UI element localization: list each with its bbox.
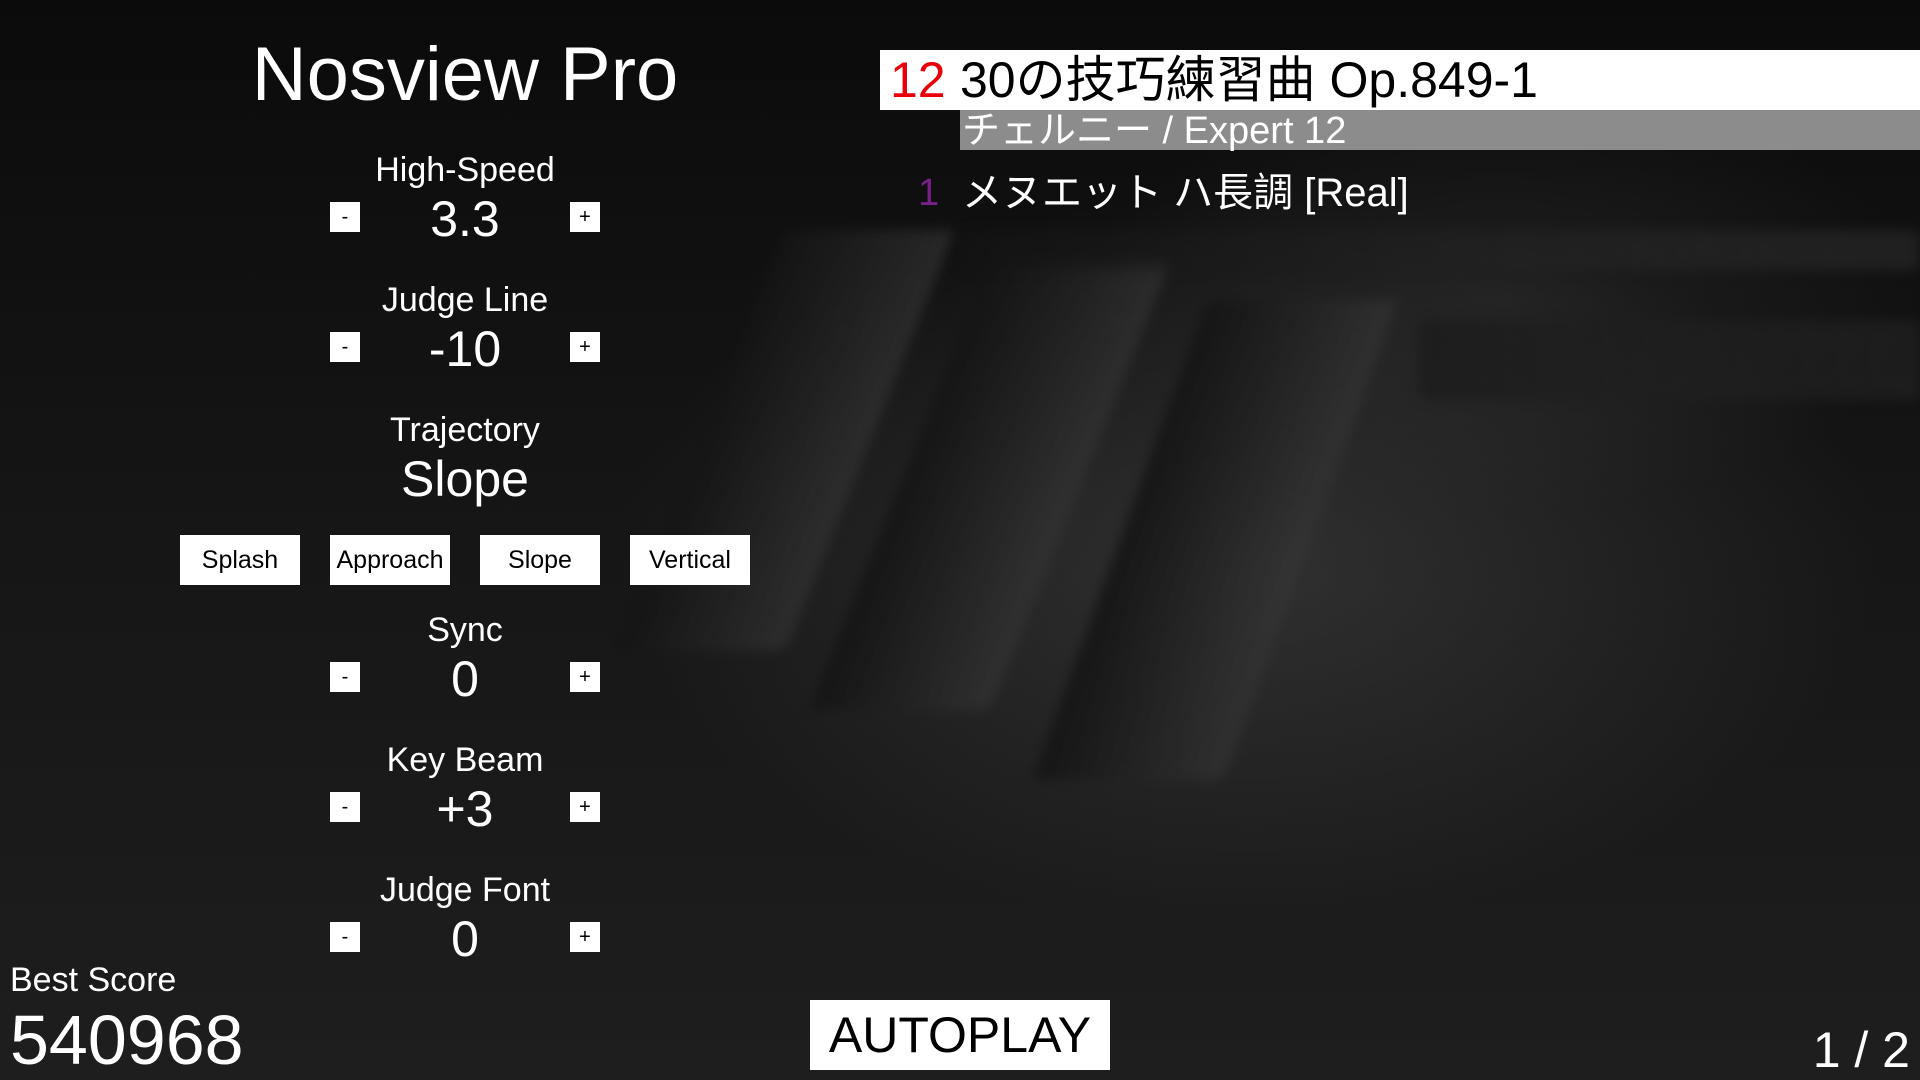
song-item-level: 1: [918, 172, 940, 214]
selected-song-level: 12: [890, 52, 946, 108]
high-speed-decrease-button[interactable]: -: [330, 202, 360, 232]
autoplay-button[interactable]: AUTOPLAY: [810, 1000, 1110, 1070]
trajectory-setting: Trajectory Slope: [330, 410, 600, 508]
judge-font-label: Judge Font: [379, 871, 551, 909]
sync-increase-button[interactable]: +: [570, 662, 600, 692]
key-beam-decrease-button[interactable]: -: [330, 792, 360, 822]
judge-line-value: -10: [428, 321, 502, 377]
judge-font-setting: Judge Font 0 - +: [330, 870, 600, 968]
selected-song-subtitle-bar: チェルニー / Expert 12: [960, 110, 1920, 152]
background-piano-key: [960, 230, 1920, 270]
sync-value: 0: [451, 651, 479, 707]
sync-label: Sync: [427, 611, 503, 649]
trajectory-splash-button[interactable]: Splash: [180, 535, 300, 585]
judge-line-increase-button[interactable]: +: [570, 332, 600, 362]
judge-font-decrease-button[interactable]: -: [330, 922, 360, 952]
app-title: Nosview Pro: [251, 32, 679, 117]
sync-setting: Sync 0 - +: [330, 610, 600, 708]
background-piano-key: [1420, 320, 1920, 400]
best-score-value: 540968: [10, 1001, 244, 1079]
sync-decrease-button[interactable]: -: [330, 662, 360, 692]
trajectory-value: Slope: [401, 451, 529, 507]
song-list-item[interactable]: 1 メヌエット ハ長調 [Real]: [910, 165, 1910, 221]
key-beam-label: Key Beam: [386, 741, 544, 779]
key-beam-setting: Key Beam +3 - +: [330, 740, 600, 838]
selected-song-row[interactable]: 12 30の技巧練習曲 Op.849-1: [880, 50, 1920, 110]
high-speed-value: 3.3: [430, 191, 500, 247]
judge-line-label: Judge Line: [381, 281, 549, 319]
key-beam-value: +3: [436, 781, 494, 837]
song-item-title: メヌエット ハ長調 [Real]: [962, 171, 1409, 215]
judge-line-decrease-button[interactable]: -: [330, 332, 360, 362]
best-score-label: Best Score: [10, 961, 177, 999]
key-beam-increase-button[interactable]: +: [570, 792, 600, 822]
trajectory-approach-button[interactable]: Approach: [330, 535, 450, 585]
trajectory-slope-button[interactable]: Slope: [480, 535, 600, 585]
selected-song-subtitle: チェルニー / Expert 12: [962, 110, 1347, 152]
high-speed-setting: High-Speed 3.3 - +: [330, 150, 600, 248]
page-indicator: 1 / 2: [1812, 1022, 1910, 1078]
judge-font-value: 0: [451, 911, 479, 967]
high-speed-label: High-Speed: [375, 151, 555, 189]
high-speed-increase-button[interactable]: +: [570, 202, 600, 232]
trajectory-vertical-button[interactable]: Vertical: [630, 535, 750, 585]
judge-line-setting: Judge Line -10 - +: [330, 280, 600, 378]
judge-font-increase-button[interactable]: +: [570, 922, 600, 952]
game-screen: Nosview Pro High-Speed 3.3 - + Judge Lin…: [0, 0, 1920, 1080]
selected-song-title: 30の技巧練習曲 Op.849-1: [960, 52, 1538, 108]
trajectory-label: Trajectory: [390, 411, 540, 449]
